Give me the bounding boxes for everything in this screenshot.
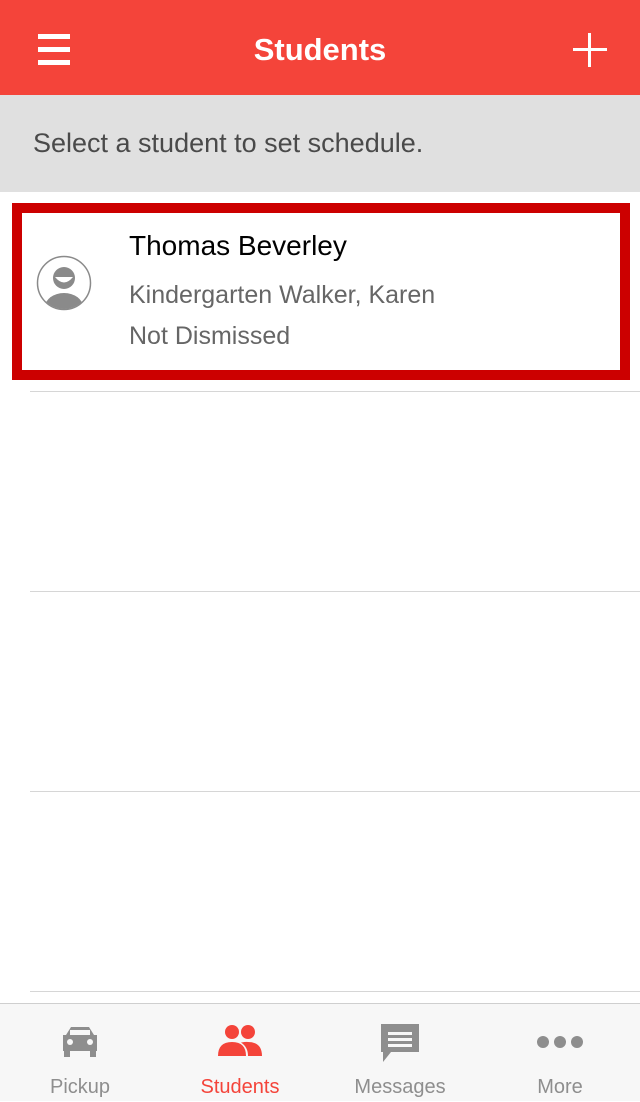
row-divider bbox=[30, 791, 640, 792]
tab-students[interactable]: Students bbox=[160, 1004, 320, 1102]
instruction-banner: Select a student to set schedule. bbox=[0, 95, 640, 192]
instruction-text: Select a student to set schedule. bbox=[33, 128, 424, 158]
plus-icon bbox=[573, 33, 607, 67]
tab-label: Pickup bbox=[49, 1076, 111, 1098]
page-title: Students bbox=[253, 32, 387, 67]
tab-label: Students bbox=[200, 1076, 280, 1098]
tab-label: More bbox=[537, 1076, 583, 1098]
tab-messages[interactable]: Messages bbox=[320, 1004, 480, 1102]
tab-bar: Pickup Students Messages More bbox=[0, 1003, 640, 1101]
row-divider bbox=[30, 591, 640, 592]
people-icon bbox=[218, 1025, 262, 1056]
student-row[interactable]: Thomas Beverley Kindergarten Walker, Kar… bbox=[12, 203, 630, 380]
tab-pickup[interactable]: Pickup bbox=[0, 1004, 160, 1102]
more-dots-icon bbox=[537, 1036, 583, 1048]
message-icon bbox=[381, 1024, 419, 1062]
tab-more[interactable]: More bbox=[480, 1004, 640, 1102]
row-divider bbox=[30, 391, 640, 392]
student-status: Not Dismissed bbox=[129, 322, 291, 350]
row-divider bbox=[30, 991, 640, 992]
tab-label: Messages bbox=[354, 1076, 446, 1098]
student-class: Kindergarten Walker, Karen bbox=[129, 281, 436, 309]
user-avatar-icon bbox=[36, 255, 92, 311]
student-name: Thomas Beverley bbox=[129, 230, 347, 261]
car-icon bbox=[63, 1027, 97, 1057]
navigation-bar: Students bbox=[0, 0, 640, 95]
add-student-button[interactable] bbox=[566, 26, 614, 74]
